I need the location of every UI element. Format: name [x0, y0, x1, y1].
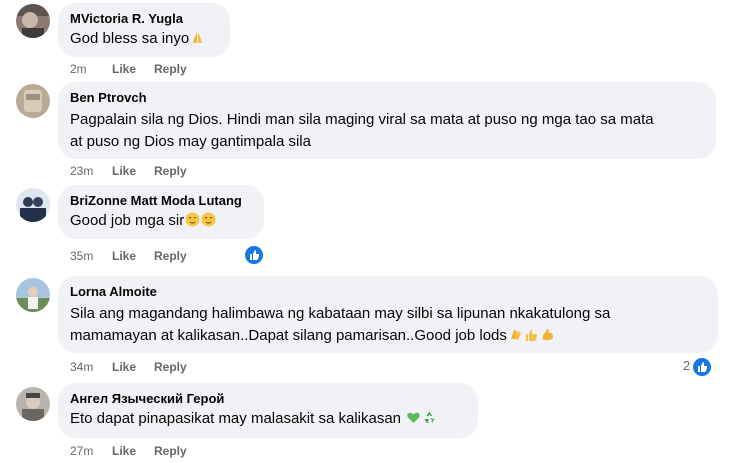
reply-button[interactable]: Reply [154, 444, 187, 458]
like-button[interactable]: Like [112, 62, 154, 76]
reply-button[interactable]: Reply [154, 62, 187, 76]
avatar[interactable] [16, 4, 50, 38]
comment-time[interactable]: 34m [70, 360, 112, 374]
comment-text: Good job mga sir [70, 211, 252, 231]
avatar[interactable] [16, 84, 50, 118]
comment-author[interactable]: BriZonne Matt Moda Lutang [70, 193, 252, 209]
comment-author[interactable]: Ben Ptrovch [70, 90, 704, 106]
comment-author[interactable]: Lorna Almoite [70, 284, 706, 300]
relieved-face-emoji [201, 212, 216, 227]
reply-button[interactable]: Reply [154, 164, 187, 178]
comment-bubble: Ben Ptrovch Pagpalain sila ng Dios. Hind… [58, 82, 716, 159]
comment: Ben Ptrovch Pagpalain sila ng Dios. Hind… [0, 80, 750, 180]
relieved-face-emoji [185, 212, 200, 227]
comment-text-line: at puso ng Dios may gantimpala sila [70, 133, 311, 150]
comment-text-line: mamamayan at kalikasan..Dapat silang pam… [70, 326, 706, 346]
comment-text-line: Sila ang magandang halimbawa ng kabataan… [70, 305, 611, 322]
comment: BriZonne Matt Moda Lutang Good job mga s… [0, 180, 750, 270]
comment-actions: 2m Like Reply [70, 62, 187, 76]
comment-author[interactable]: Ангел Языческий Герой [70, 391, 466, 407]
comment-bubble: Lorna Almoite Sila ang magandang halimba… [58, 276, 718, 353]
comment-time[interactable]: 27m [70, 444, 112, 458]
comment: Lorna Almoite Sila ang magandang halimba… [0, 270, 750, 380]
comment: MVictoria R. Yugla God bless sa inyo 2m … [0, 0, 750, 80]
reply-button[interactable]: Reply [154, 360, 187, 374]
comment-text: God bless sa inyo [70, 29, 218, 49]
reaction-count[interactable]: 2 [683, 358, 690, 373]
like-button[interactable]: Like [112, 249, 154, 263]
like-reaction-icon[interactable] [243, 244, 265, 266]
reply-button[interactable]: Reply [154, 249, 187, 263]
comment-text: Eto dapat pinapasikat may malasakit sa k… [70, 409, 466, 429]
comment-bubble: MVictoria R. Yugla God bless sa inyo [58, 3, 230, 57]
comment-actions: 34m Like Reply [70, 360, 187, 374]
thumbs-up-emoji [524, 327, 539, 342]
folded-hands-emoji [190, 30, 205, 45]
comment-actions: 23m Like Reply [70, 164, 187, 178]
comment-actions: 35m Like Reply [70, 249, 187, 263]
avatar[interactable] [16, 188, 50, 222]
comment-bubble: Ангел Языческий Герой Eto dapat pinapasi… [58, 383, 478, 438]
flexed-biceps-emoji [540, 327, 555, 342]
green-heart-emoji [406, 410, 421, 425]
comment-bubble: BriZonne Matt Moda Lutang Good job mga s… [58, 185, 264, 239]
comment-actions: 27m Like Reply [70, 444, 187, 458]
comment-time[interactable]: 23m [70, 164, 112, 178]
like-button[interactable]: Like [112, 164, 154, 178]
recycle-emoji [422, 410, 437, 425]
comment-author[interactable]: MVictoria R. Yugla [70, 11, 218, 27]
avatar[interactable] [16, 278, 50, 312]
avatar[interactable] [16, 387, 50, 421]
like-button[interactable]: Like [112, 444, 154, 458]
like-button[interactable]: Like [112, 360, 154, 374]
comment-text-line: Pagpalain sila ng Dios. Hindi man sila m… [70, 111, 654, 128]
like-reaction-icon[interactable] [691, 356, 713, 378]
clapping-hands-emoji [508, 327, 523, 342]
comment-time[interactable]: 2m [70, 62, 112, 76]
comment-time[interactable]: 35m [70, 249, 112, 263]
comment: Ангел Языческий Герой Eto dapat pinapasi… [0, 380, 750, 463]
